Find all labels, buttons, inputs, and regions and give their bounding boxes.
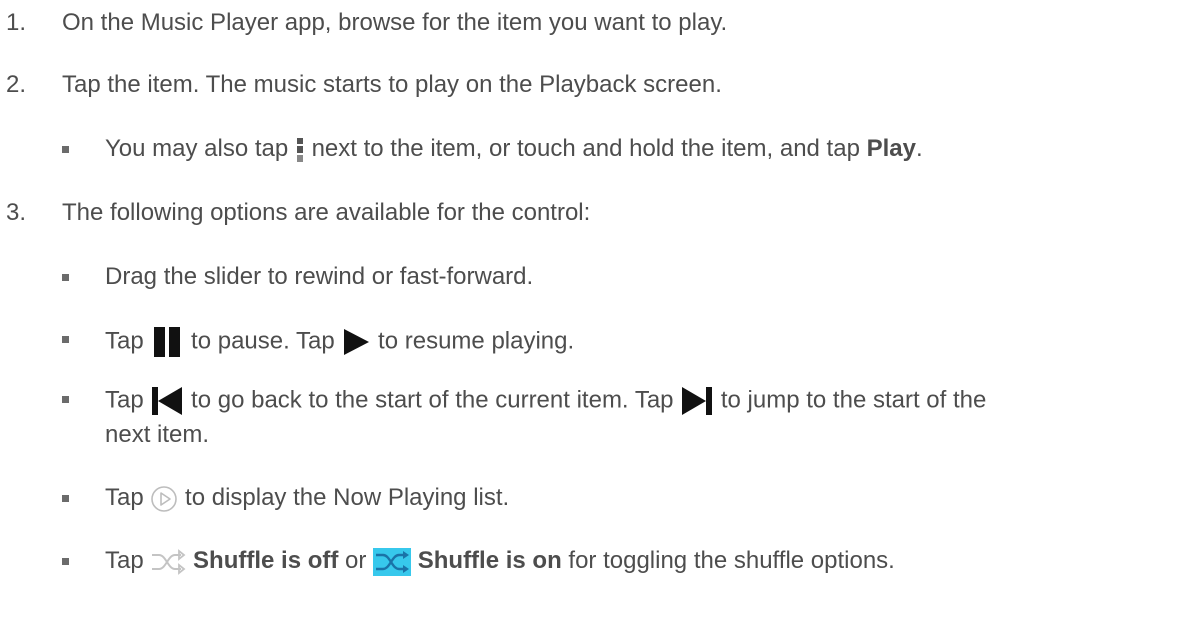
bullet-text: Tap to go back to the start of the curre… bbox=[105, 385, 986, 417]
pause-icon bbox=[154, 327, 181, 357]
step-2: 2. Tap the item. The music starts to pla… bbox=[0, 70, 1188, 100]
now-playing-icon bbox=[151, 485, 178, 512]
bullet-marker bbox=[62, 396, 69, 403]
step-number: 3. bbox=[6, 199, 27, 226]
bullet-item: Tap to pause. Tap to resume playing. bbox=[0, 322, 1188, 358]
step-number: 1. bbox=[6, 9, 27, 36]
bullet-item: Drag the slider to rewind or fast-forwar… bbox=[0, 262, 1188, 292]
step-number: 2. bbox=[6, 71, 27, 98]
bullet-text: You may also tap next to the item, or to… bbox=[105, 135, 923, 162]
bullet-marker bbox=[62, 558, 69, 565]
step-text: The following options are available for … bbox=[62, 199, 591, 226]
step-text: On the Music Player app, browse for the … bbox=[62, 9, 728, 36]
shuffle-on-icon bbox=[373, 547, 412, 576]
bullet-item: Tap Shuffle is off or Shuffle is on for … bbox=[0, 544, 1188, 578]
bullet-marker bbox=[62, 495, 69, 502]
step-1: 1. On the Music Player app, browse for t… bbox=[0, 8, 1188, 38]
previous-track-icon bbox=[152, 387, 183, 415]
overflow-menu-icon bbox=[296, 137, 303, 162]
step-text: Tap the item. The music starts to play o… bbox=[62, 71, 722, 98]
step-3: 3. The following options are available f… bbox=[0, 198, 1188, 228]
bullet-item: You may also tap next to the item, or to… bbox=[0, 134, 1188, 164]
bullet-marker bbox=[62, 146, 69, 153]
bullet-item: Tap to display the Now Playing list. bbox=[0, 482, 1188, 514]
next-track-icon bbox=[682, 387, 713, 415]
bullet-text: Tap to display the Now Playing list. bbox=[105, 484, 510, 512]
bullet-marker bbox=[62, 336, 69, 343]
bullet-marker bbox=[62, 274, 69, 281]
shuffle-off-icon bbox=[152, 548, 186, 575]
instruction-page: 1. On the Music Player app, browse for t… bbox=[0, 0, 1188, 629]
bullet-text: Tap Shuffle is off or Shuffle is on for … bbox=[105, 547, 895, 576]
bullet-text: Drag the slider to rewind or fast-forwar… bbox=[105, 263, 534, 290]
bullet-text-continued: next item. bbox=[105, 421, 210, 448]
play-icon bbox=[344, 329, 370, 355]
bullet-text: Tap to pause. Tap to resume playing. bbox=[105, 325, 574, 359]
bullet-item: Tap to go back to the start of the curre… bbox=[0, 382, 1188, 452]
